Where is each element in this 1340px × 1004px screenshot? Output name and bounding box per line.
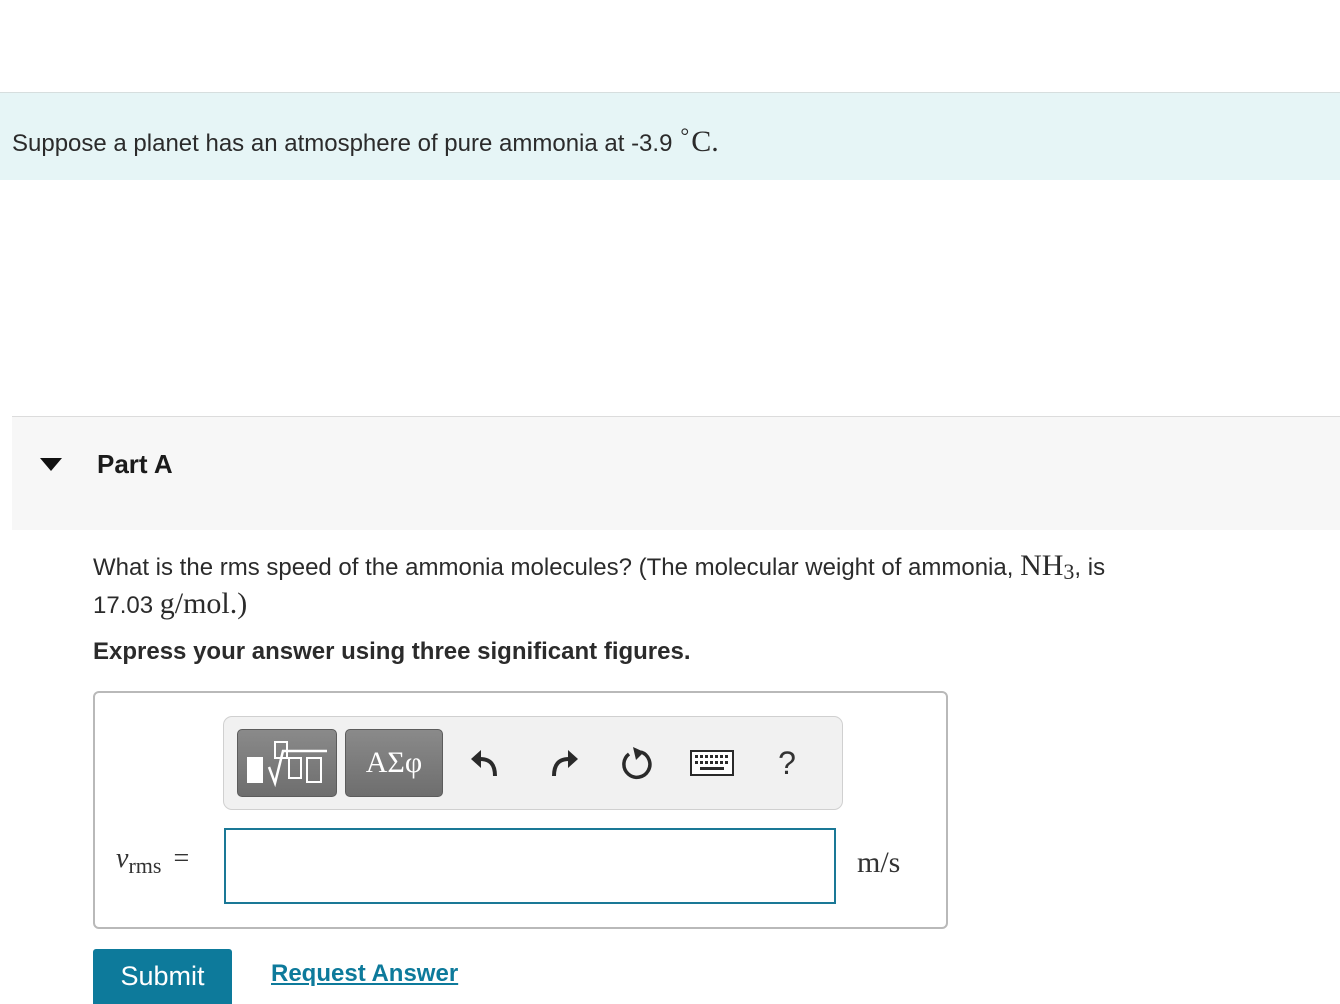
part-header[interactable]: Part A xyxy=(12,416,1340,530)
intro-period: . xyxy=(711,125,719,158)
degree-symbol: ° xyxy=(680,123,690,148)
equals-sign: = xyxy=(173,843,190,874)
submit-button[interactable]: Submit xyxy=(93,949,232,1004)
question-statement: What is the rms speed of the ammonia mol… xyxy=(93,554,1014,581)
intro-text: Suppose a planet has an atmosphere of pu… xyxy=(12,118,719,162)
formula-base: NH xyxy=(1020,549,1064,582)
question-text: What is the rms speed of the ammonia mol… xyxy=(93,548,1253,624)
math-toolbar: ΑΣφ ? xyxy=(223,716,843,810)
instruction-text: Express your answer using three signific… xyxy=(93,638,691,665)
answer-units: m/s xyxy=(857,846,901,879)
collapse-caret-icon[interactable] xyxy=(40,458,62,471)
keyboard-icon xyxy=(690,750,734,776)
templates-button[interactable] xyxy=(237,729,337,797)
answer-variable-label: vrms = xyxy=(116,843,190,878)
greek-symbols-button[interactable]: ΑΣφ xyxy=(345,729,443,797)
variable-subscript: rms xyxy=(128,853,162,878)
keyboard-button[interactable] xyxy=(686,739,738,787)
part-title: Part A xyxy=(97,449,173,479)
redo-icon xyxy=(552,750,578,777)
formula-subscript: 3 xyxy=(1063,559,1075,584)
reset-icon xyxy=(622,747,652,780)
reset-button[interactable] xyxy=(614,739,660,787)
question-continuation: , is xyxy=(1074,554,1106,581)
redo-button[interactable] xyxy=(541,739,587,787)
intro-statement: Suppose a planet has an atmosphere of pu… xyxy=(12,130,673,157)
help-button[interactable]: ? xyxy=(764,739,810,787)
temperature-unit: C xyxy=(691,125,712,158)
answer-box: ΑΣφ ? vrms = m/s xyxy=(93,691,948,929)
molar-mass-unit: g/mol xyxy=(159,587,230,620)
variable-symbol: v xyxy=(116,843,129,874)
answer-input[interactable] xyxy=(224,828,836,904)
undo-icon xyxy=(471,750,497,777)
formula: NH3 xyxy=(1020,549,1075,584)
question-close: .) xyxy=(229,587,248,620)
templates-icon xyxy=(247,741,327,788)
request-answer-link[interactable]: Request Answer xyxy=(271,960,458,988)
undo-button[interactable] xyxy=(462,739,508,787)
molar-mass-value: 17.03 xyxy=(93,592,154,619)
